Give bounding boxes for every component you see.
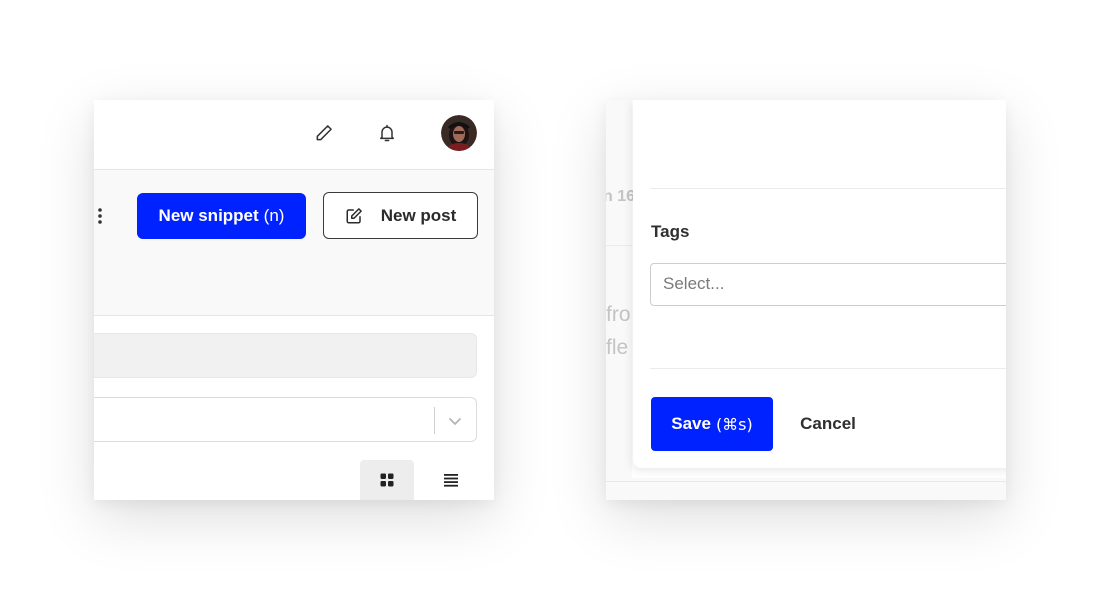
list-view-button[interactable] [424, 460, 478, 500]
notifications-button[interactable] [371, 117, 403, 149]
edit-square-icon [346, 207, 362, 223]
background-footer [606, 478, 1006, 500]
tags-modal: Tags Select... Save (⌘s) Cancel [633, 100, 1006, 468]
list-icon [444, 474, 458, 487]
cancel-button[interactable]: Cancel [788, 409, 868, 439]
select-separator [434, 407, 435, 434]
tags-placeholder: Select... [663, 274, 725, 293]
tags-select[interactable]: Select... [650, 263, 1006, 306]
grid-icon [380, 473, 394, 487]
bell-icon [380, 124, 394, 142]
tags-label: Tags [651, 222, 690, 241]
background-text-line: fle [606, 336, 629, 359]
new-post-button[interactable]: New post [323, 192, 478, 239]
top-bar [94, 100, 494, 170]
avatar[interactable] [441, 115, 477, 151]
vertical-dots-icon [98, 208, 102, 224]
more-options-button[interactable] [94, 205, 106, 227]
new-post-label: New post [380, 205, 457, 225]
filter-select[interactable] [94, 397, 477, 442]
background-date: n 16 [606, 188, 636, 205]
chevron-down-icon [449, 418, 461, 425]
tag-editor-panel: n 16 fro fle Tags Select... Save (⌘s) Ca… [606, 100, 1006, 500]
avatar-image [441, 115, 477, 151]
edit-button[interactable] [308, 117, 340, 149]
new-snippet-shortcut: (n) [263, 206, 285, 225]
new-snippet-label: New snippet [158, 206, 259, 225]
new-snippet-button[interactable]: New snippet (n) [137, 193, 306, 239]
modal-divider [650, 188, 1006, 189]
save-label: Save [671, 414, 711, 433]
background-text-line: fro [606, 303, 631, 326]
pencil-icon [316, 125, 332, 141]
background-divider [606, 245, 632, 246]
modal-divider [650, 368, 1006, 369]
dashboard-panel: New snippet (n) New post [94, 100, 494, 500]
save-button[interactable]: Save (⌘s) [651, 397, 773, 451]
grid-view-button[interactable] [360, 460, 414, 500]
search-input[interactable] [94, 333, 477, 378]
save-shortcut: (⌘s) [715, 414, 753, 434]
background-content [606, 100, 632, 500]
